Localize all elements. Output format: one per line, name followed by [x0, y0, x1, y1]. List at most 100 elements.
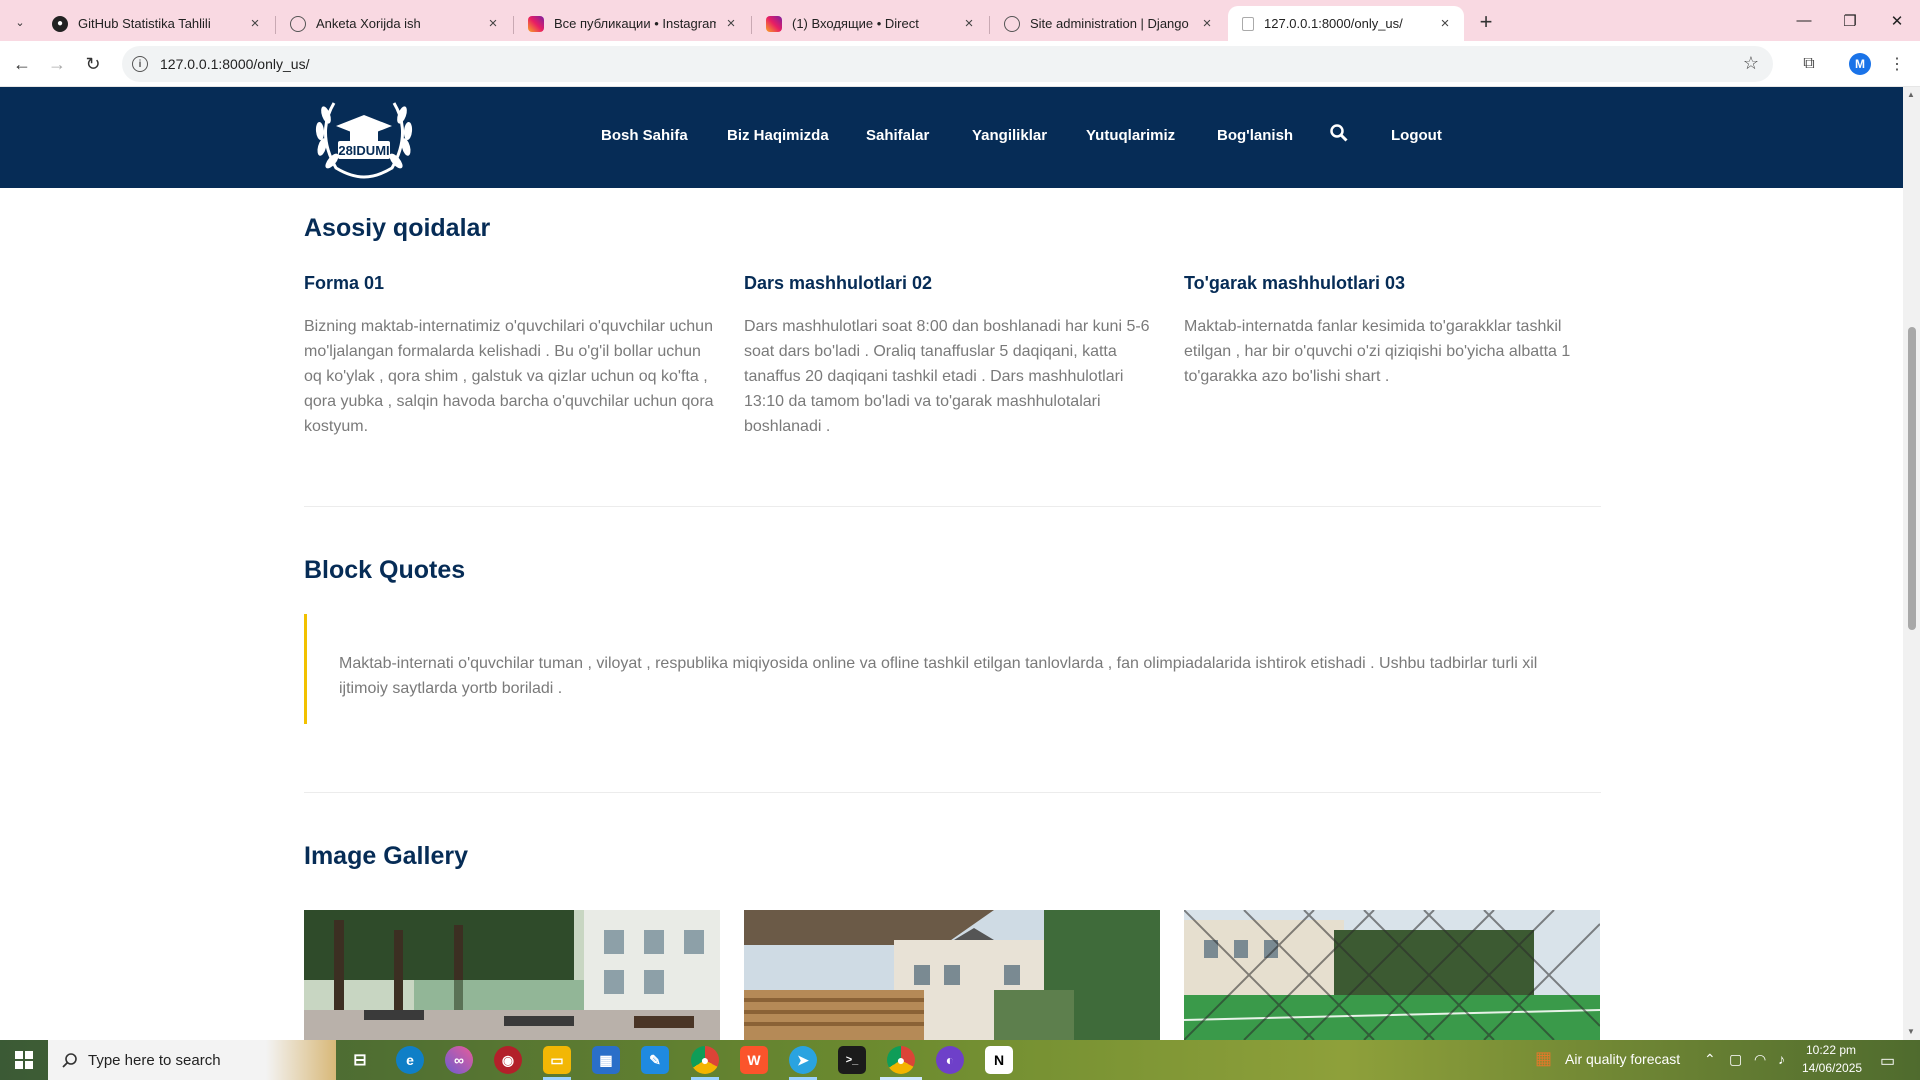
browser-tab[interactable]: (1) Входящие • Direct × — [752, 6, 988, 41]
text-line: qora yubka , salqin havoda barcha o'quvc… — [304, 393, 714, 410]
browser-tab[interactable]: Site administration | Django site × — [990, 6, 1226, 41]
text-line: oq ko'ylak , qora shim , galstuk va qizl… — [304, 368, 708, 385]
nav-about[interactable]: Biz Haqimizda — [727, 127, 829, 144]
weather-widget-text[interactable]: Air quality forecast — [1565, 1051, 1680, 1067]
taskbar-search-placeholder: Type here to search — [88, 1051, 221, 1069]
restore-icon[interactable]: ❐ — [1827, 0, 1873, 41]
close-window-icon[interactable]: ✕ — [1874, 0, 1920, 41]
media-app-icon[interactable]: ◉ — [494, 1046, 522, 1074]
rules-section-title: Asosiy qoidalar — [304, 214, 491, 242]
extensions-icon[interactable]: ⧉ — [1796, 51, 1822, 77]
text-line: tanaffus 20 daqiqani tashkil etadi . Dar… — [744, 368, 1124, 385]
chevron-up-icon[interactable]: ⌃ — [1704, 1051, 1716, 1068]
scroll-down-icon[interactable]: ▼ — [1907, 1027, 1915, 1036]
nav-home[interactable]: Bosh Sahifa — [601, 127, 688, 144]
task-view-icon[interactable]: ⊟ — [346, 1046, 374, 1074]
school-football-field-photo — [1184, 910, 1600, 1040]
laurel-logo-icon: 28IDUMI — [315, 102, 413, 179]
terminal-icon[interactable]: >_ — [838, 1046, 866, 1074]
close-icon[interactable]: × — [722, 15, 740, 33]
close-icon[interactable]: × — [484, 15, 502, 33]
meet-now-icon[interactable]: ▢ — [1729, 1051, 1742, 1068]
text-line: 13:10 da tamom bo'ladi va to'garak mashh… — [744, 393, 1101, 410]
notifications-icon[interactable]: ▭ — [1880, 1051, 1895, 1071]
text-line: Dars mashhulotlari soat 8:00 dan boshlan… — [744, 318, 1150, 335]
close-icon[interactable]: × — [1198, 15, 1216, 33]
globe-icon — [290, 15, 306, 32]
close-icon[interactable]: × — [1436, 15, 1454, 33]
app-icon[interactable]: ✎ — [641, 1046, 669, 1074]
gallery-image-field[interactable] — [1184, 910, 1600, 1040]
new-tab-button[interactable]: + — [1472, 8, 1500, 36]
browser-tab[interactable]: Anketa Xorijda ish × — [276, 6, 512, 41]
school-stands-photo — [744, 910, 1160, 1040]
instagram-icon — [528, 15, 544, 32]
edge-icon[interactable]: e — [396, 1046, 424, 1074]
blockquote-text: Maktab-internati o'quvchilar tuman , vil… — [339, 651, 1579, 701]
file-explorer-icon[interactable]: ▭ — [543, 1046, 571, 1074]
network-icon[interactable]: ◠ — [1754, 1051, 1766, 1068]
clock-date[interactable]: 14/06/2025 — [1802, 1061, 1862, 1075]
site-header: 28IDUMI Bosh Sahifa Biz Haqimizda Sahifa… — [0, 87, 1903, 188]
close-icon[interactable]: × — [960, 15, 978, 33]
browser-tab[interactable]: ● GitHub Statistika Tahlili × — [38, 6, 274, 41]
section-divider — [304, 792, 1601, 793]
chrome-icon[interactable]: ● — [691, 1046, 719, 1074]
copilot-icon[interactable]: ∞ — [445, 1046, 473, 1074]
air-quality-icon[interactable]: ▦ — [1535, 1048, 1552, 1069]
rule-title: To'garak mashhulotlari 03 — [1184, 273, 1406, 293]
text-line: etilgan , har bir o'quvchi o'zi qiziqish… — [1184, 343, 1571, 360]
gallery-image-stands[interactable] — [744, 910, 1160, 1040]
nav-contact[interactable]: Bog'lanish — [1217, 127, 1293, 144]
start-button[interactable] — [0, 1040, 48, 1080]
close-icon[interactable]: × — [246, 15, 264, 33]
clock-time[interactable]: 10:22 pm — [1806, 1043, 1856, 1057]
nav-news[interactable]: Yangiliklar — [972, 127, 1047, 144]
bookmark-star-icon[interactable]: ☆ — [1743, 53, 1759, 74]
reload-icon[interactable]: ↻ — [79, 50, 107, 78]
back-icon[interactable]: ← — [8, 50, 36, 78]
site-info-icon[interactable]: i — [132, 56, 148, 72]
nav-logout[interactable]: Logout — [1391, 127, 1442, 144]
tab-title: Anketa Xorijda ish — [316, 16, 421, 31]
site-logo[interactable]: 28IDUMI — [306, 93, 422, 181]
browser-tab[interactable]: Все публикации • Instagram × — [514, 6, 750, 41]
windows-logo-icon — [15, 1051, 33, 1069]
search-icon[interactable] — [1330, 124, 1348, 142]
windows-taskbar: Type here to search ⊟ e ∞ ◉ ▭ ▦ ✎ ● W ➤ … — [0, 1040, 1920, 1080]
rule-title: Forma 01 — [304, 273, 385, 293]
url-text: 127.0.0.1:8000/only_us/ — [160, 56, 310, 72]
globe-icon — [1004, 15, 1020, 32]
chrome-profile-icon[interactable]: ● — [887, 1046, 915, 1074]
more-menu-icon[interactable]: ⋮ — [1884, 51, 1910, 77]
text-line: mo'ljalangan formalarda kelishadi . Bu o… — [304, 343, 701, 360]
browser-tab-strip: ⌄ ● GitHub Statistika Tahlili × Anketa X… — [0, 0, 1920, 41]
minimize-icon[interactable]: — — [1781, 0, 1827, 41]
gallery-image-courtyard[interactable] — [304, 910, 720, 1040]
address-bar[interactable]: i 127.0.0.1:8000/only_us/ ☆ — [122, 46, 1773, 82]
scroll-up-icon[interactable]: ▲ — [1907, 90, 1915, 99]
taskbar-search-box[interactable]: Type here to search — [48, 1040, 336, 1080]
forward-icon[interactable]: → — [43, 50, 71, 78]
microsoft-store-icon[interactable]: ▦ — [592, 1046, 620, 1074]
scrollbar-thumb[interactable] — [1908, 327, 1916, 630]
page-scrollbar[interactable]: ▲ ▼ — [1903, 87, 1920, 1040]
volume-icon[interactable]: ♪ — [1778, 1051, 1785, 1067]
notion-icon[interactable]: N — [985, 1046, 1013, 1074]
text-line: soat dars bo'ladi . Oraliq tanaffuslar 5… — [744, 343, 1117, 360]
rule-text: Maktab-internatda fanlar kesimida to'gar… — [1184, 314, 1604, 389]
blockquote: Maktab-internati o'quvchilar tuman , vil… — [304, 614, 1601, 724]
nav-pages[interactable]: Sahifalar — [866, 127, 929, 144]
rule-text: Dars mashhulotlari soat 8:00 dan boshlan… — [744, 314, 1164, 439]
search-icon — [62, 1053, 77, 1068]
telegram-icon[interactable]: ➤ — [789, 1046, 817, 1074]
rule-text: Bizning maktab-internatimiz o'quvchilari… — [304, 314, 724, 439]
github-desktop-icon[interactable]: ◐ — [936, 1046, 964, 1074]
browser-tab-active[interactable]: 127.0.0.1:8000/only_us/ × — [1228, 6, 1464, 41]
wps-office-icon[interactable]: W — [740, 1046, 768, 1074]
profile-avatar[interactable]: M — [1849, 53, 1871, 75]
tab-search-dropdown-icon[interactable]: ⌄ — [9, 11, 31, 33]
text-line: Bizning maktab-internatimiz o'quvchilari… — [304, 318, 713, 335]
browser-toolbar: ← → ↻ i 127.0.0.1:8000/only_us/ ☆ ⧉ M ⋮ — [0, 41, 1920, 87]
nav-achievements[interactable]: Yutuqlarimiz — [1086, 127, 1175, 144]
